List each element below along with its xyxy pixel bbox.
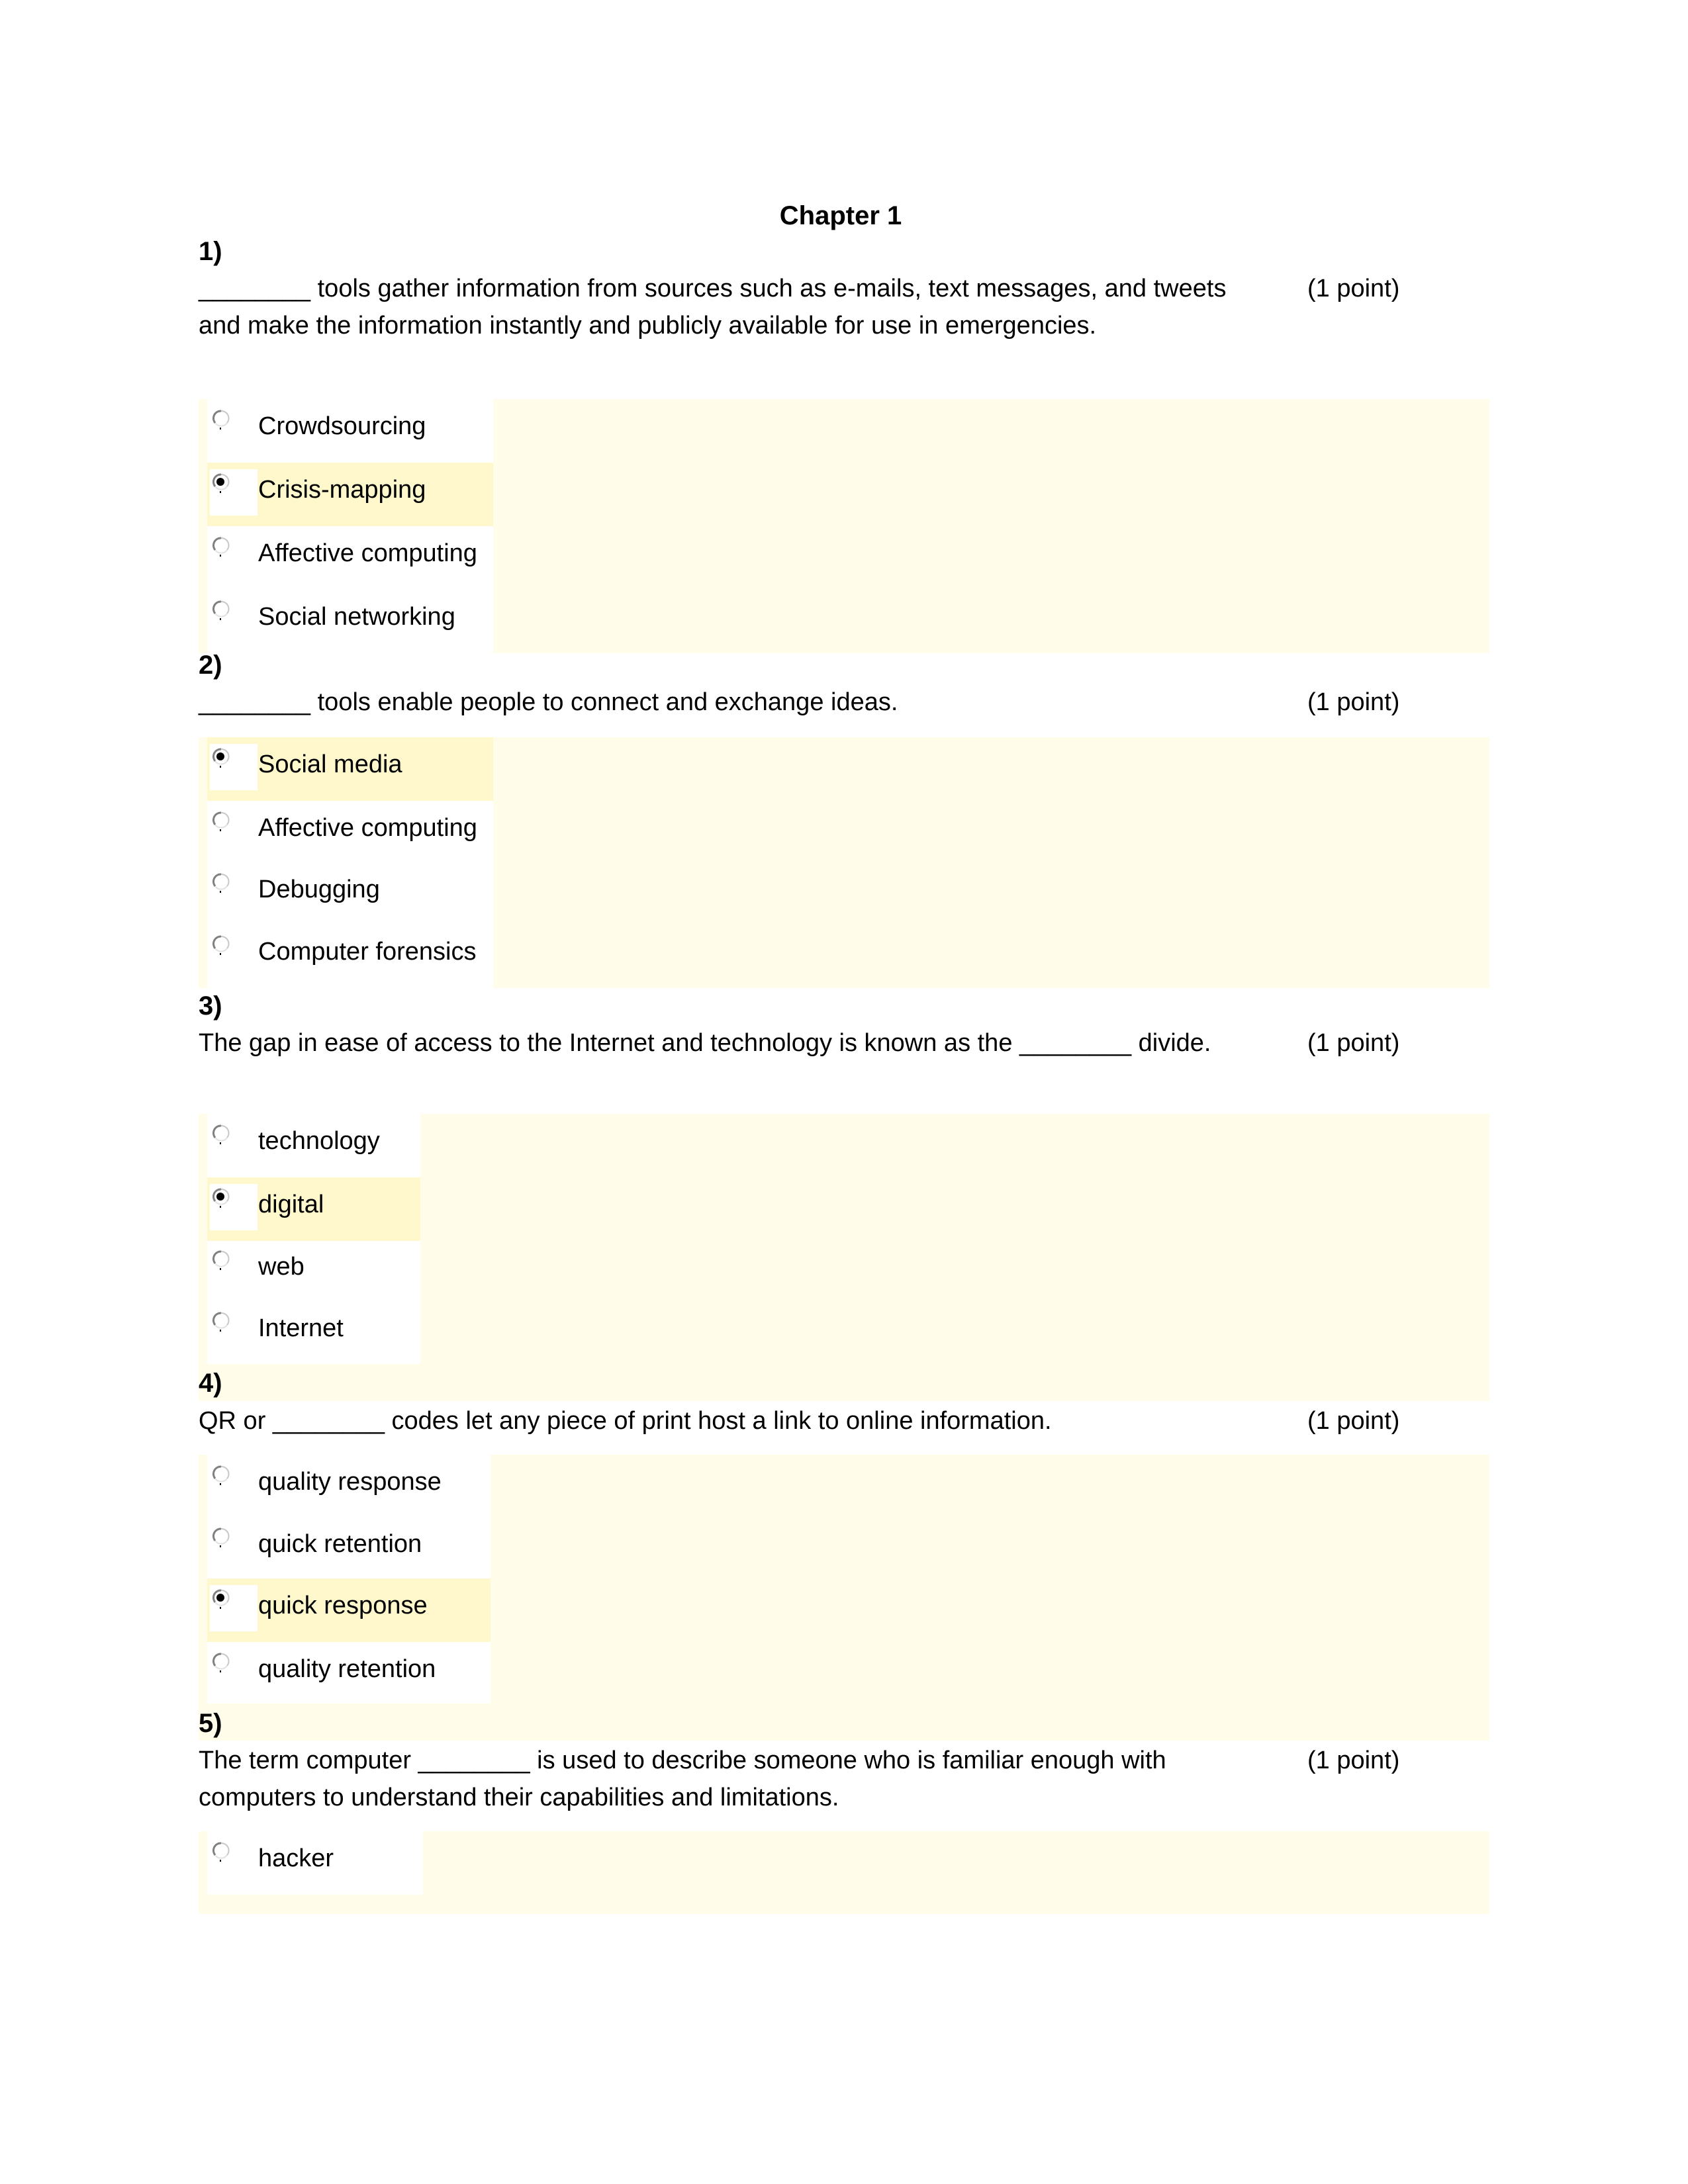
- option-label: web: [258, 1253, 305, 1281]
- option-radio-row[interactable]: digital: [207, 1177, 420, 1241]
- option-radio-row[interactable]: hacker: [207, 1831, 423, 1895]
- option-radio-row[interactable]: Affective computing: [207, 801, 493, 864]
- option-radio-row[interactable]: Social networking: [207, 590, 493, 653]
- question-3-number: 3): [199, 991, 222, 1021]
- option-radio-row[interactable]: Crowdsourcing: [207, 399, 493, 463]
- radio-unchecked-icon[interactable]: [212, 1312, 230, 1332]
- question-5-number: 5): [199, 1709, 222, 1738]
- question-5-text: The term computer ________ is used to de…: [199, 1747, 1166, 1811]
- question-2-points: (1 point): [1307, 688, 1400, 716]
- question-4-text: QR or ________ codes let any piece of pr…: [199, 1407, 1052, 1435]
- question-2-number: 2): [199, 651, 222, 680]
- radio-unchecked-icon[interactable]: [212, 1842, 230, 1862]
- radio-checked-icon[interactable]: [212, 473, 230, 493]
- question-2-options: Social media Affective computing Debuggi…: [207, 737, 493, 988]
- question-1-options: Crowdsourcing Crisis-mapping Affective c…: [207, 399, 493, 653]
- option-label: Social media: [258, 751, 402, 778]
- question-1-text: ________ tools gather information from s…: [199, 275, 1227, 340]
- radio-unchecked-icon[interactable]: [212, 1653, 230, 1672]
- option-label: Affective computing: [258, 539, 477, 567]
- option-label: Crowdsourcing: [258, 412, 426, 440]
- option-label: Crisis-mapping: [258, 476, 426, 504]
- option-radio-row[interactable]: Social media: [207, 737, 493, 801]
- question-4-points: (1 point): [1307, 1407, 1400, 1435]
- question-4-options: quality response quick retention quick r…: [207, 1455, 491, 1704]
- document-title: Chapter 1: [779, 201, 902, 230]
- question-3-options: technology digital web Internet: [207, 1114, 420, 1364]
- radio-checked-icon[interactable]: [212, 1589, 230, 1609]
- option-radio-row[interactable]: Crisis-mapping: [207, 463, 493, 526]
- option-radio-row[interactable]: technology: [207, 1114, 420, 1177]
- option-radio-row[interactable]: quick retention: [207, 1517, 491, 1580]
- question-3-points: (1 point): [1307, 1029, 1400, 1057]
- radio-unchecked-icon[interactable]: [212, 935, 230, 955]
- radio-unchecked-icon[interactable]: [212, 600, 230, 620]
- question-3-text: The gap in ease of access to the Interne…: [199, 1029, 1211, 1057]
- question-1-points: (1 point): [1307, 275, 1400, 302]
- option-label: Debugging: [258, 876, 380, 903]
- option-label: quality response: [258, 1468, 442, 1496]
- radio-unchecked-icon[interactable]: [212, 811, 230, 831]
- option-radio-row[interactable]: web: [207, 1240, 420, 1303]
- option-radio-row[interactable]: Affective computing: [207, 526, 493, 590]
- option-label: quick retention: [258, 1530, 422, 1558]
- radio-unchecked-icon[interactable]: [212, 1124, 230, 1144]
- radio-unchecked-icon[interactable]: [212, 1250, 230, 1270]
- option-radio-row[interactable]: quick response: [207, 1578, 491, 1642]
- radio-unchecked-icon[interactable]: [212, 873, 230, 893]
- radio-checked-icon[interactable]: [212, 748, 230, 768]
- option-radio-row[interactable]: Internet: [207, 1301, 420, 1365]
- option-label: Computer forensics: [258, 938, 477, 966]
- question-5-points: (1 point): [1307, 1747, 1400, 1774]
- option-label: Internet: [258, 1314, 344, 1342]
- option-label: Affective computing: [258, 814, 477, 842]
- radio-unchecked-icon[interactable]: [212, 410, 230, 430]
- radio-unchecked-icon[interactable]: [212, 537, 230, 557]
- option-label: hacker: [258, 1844, 334, 1872]
- option-radio-row[interactable]: Computer forensics: [207, 925, 493, 988]
- option-label: Social networking: [258, 603, 455, 631]
- option-radio-row[interactable]: quality response: [207, 1455, 491, 1518]
- question-1-number: 1): [199, 237, 222, 266]
- question-4-number: 4): [199, 1369, 222, 1398]
- option-label: technology: [258, 1127, 380, 1155]
- radio-unchecked-icon[interactable]: [212, 1465, 230, 1485]
- option-label: digital: [258, 1191, 324, 1218]
- option-radio-row[interactable]: Debugging: [207, 862, 493, 926]
- radio-unchecked-icon[interactable]: [212, 1527, 230, 1547]
- question-5-options: hacker: [207, 1831, 423, 1895]
- option-label: quality retention: [258, 1655, 436, 1683]
- radio-checked-icon[interactable]: [212, 1188, 230, 1208]
- question-2-text: ________ tools enable people to connect …: [199, 688, 898, 716]
- option-radio-row[interactable]: quality retention: [207, 1642, 491, 1706]
- option-label: quick response: [258, 1592, 428, 1619]
